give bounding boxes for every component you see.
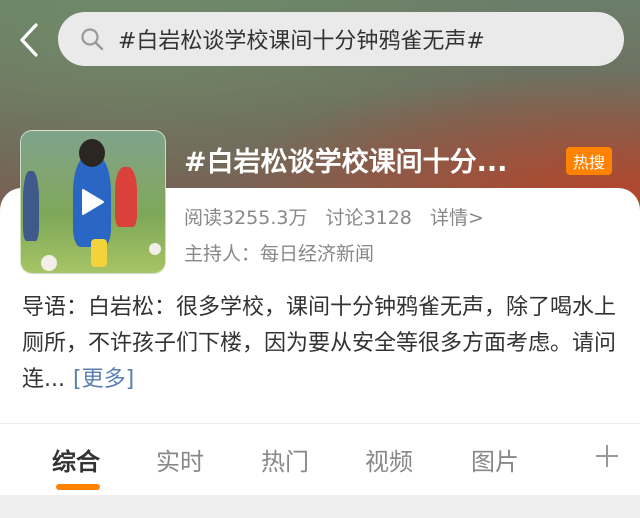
play-icon <box>21 131 165 273</box>
search-icon <box>80 27 104 51</box>
tab-images[interactable]: 图片 <box>471 442 519 477</box>
tab-comprehensive[interactable]: 综合 <box>52 442 100 477</box>
tab-realtime[interactable]: 实时 <box>156 442 204 477</box>
chevron-left-icon <box>20 23 38 57</box>
search-query: #白岩松谈学校课间十分钟鸦雀无声# <box>118 29 485 54</box>
topic-stats: 阅读3255.3万 讨论3128 详情> <box>184 203 496 230</box>
plus-icon <box>596 445 618 467</box>
more-link[interactable]: [更多] <box>73 367 134 392</box>
topic-host: 主持人：每日经济新闻 <box>184 243 375 265</box>
discussion-count: 讨论3128 <box>325 207 412 229</box>
read-count: 阅读3255.3万 <box>184 207 308 229</box>
active-tab-indicator <box>56 484 100 490</box>
content-divider <box>0 495 640 518</box>
tab-hot[interactable]: 热门 <box>261 442 309 477</box>
hot-search-badge: 热搜 <box>566 147 612 175</box>
topic-title: #白岩松谈学校课间十分... <box>184 147 508 178</box>
tab-video[interactable]: 视频 <box>365 442 413 477</box>
topic-intro: 导语：白岩松：很多学校，课间十分钟鸦雀无声，除了喝水上厕所，不许孩子们下楼，因为… <box>22 290 622 398</box>
topic-thumbnail[interactable] <box>20 130 166 274</box>
add-tab-button[interactable] <box>592 441 622 471</box>
search-bar[interactable]: #白岩松谈学校课间十分钟鸦雀无声# <box>58 12 624 66</box>
back-button[interactable] <box>14 20 44 60</box>
tab-bar: 综合 实时 热门 视频 图片 <box>0 423 640 496</box>
details-link[interactable]: 详情> <box>430 207 484 229</box>
